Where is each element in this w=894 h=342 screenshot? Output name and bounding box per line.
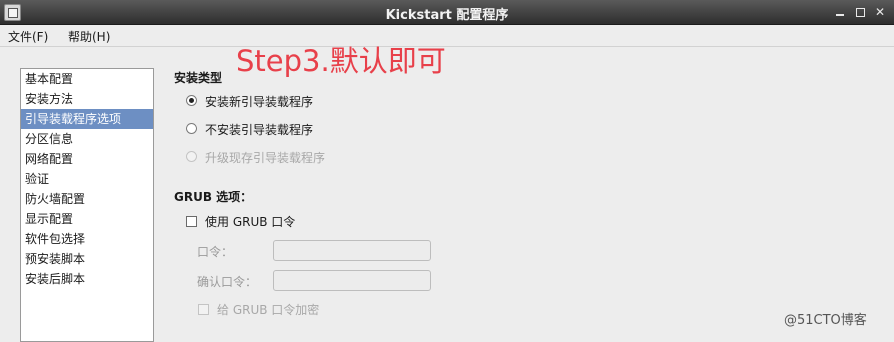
install-type-heading: 安装类型 <box>174 71 223 85</box>
radio-install-new-label[interactable]: 安装新引导装载程序 <box>205 93 313 110</box>
menu-bar: 文件(F) 帮助(H) <box>0 25 894 47</box>
encrypt-password-checkbox <box>198 304 209 315</box>
watermark: @51CTO博客 <box>784 313 867 328</box>
radio-upgrade-label: 升级现存引导装载程序 <box>205 151 326 165</box>
encrypt-password-label: 给 GRUB 口令加密 <box>217 303 320 317</box>
password-label: 口令： <box>197 245 234 259</box>
menu-file[interactable]: 文件(F) <box>8 28 48 45</box>
window-title: Kickstart 配置程序 <box>385 8 509 23</box>
radio-no-install-label[interactable]: 不安装引导装载程序 <box>205 121 313 138</box>
sidebar-item-network[interactable]: 网络配置 <box>21 149 153 169</box>
close-icon[interactable]: ✕ <box>872 4 888 20</box>
title-bar[interactable]: Kickstart 配置程序 ✕ <box>0 0 894 25</box>
sidebar-item-packages[interactable]: 软件包选择 <box>21 229 153 249</box>
step-annotation: Step3.默认即可 <box>236 44 446 78</box>
confirm-password-field[interactable] <box>273 270 431 291</box>
radio-no-install[interactable] <box>186 123 197 134</box>
sidebar-item-install-method[interactable]: 安装方法 <box>21 89 153 109</box>
sidebar-item-basic[interactable]: 基本配置 <box>21 69 153 89</box>
sidebar-nav: 基本配置 安装方法 引导装载程序选项 分区信息 网络配置 验证 防火墙配置 显示… <box>20 68 154 342</box>
radio-upgrade <box>186 151 197 162</box>
radio-install-new[interactable] <box>186 95 197 106</box>
sidebar-item-bootloader[interactable]: 引导装载程序选项 <box>21 109 153 129</box>
grub-heading: GRUB 选项： <box>174 190 253 204</box>
sidebar-item-display[interactable]: 显示配置 <box>21 209 153 229</box>
sidebar-item-partition[interactable]: 分区信息 <box>21 129 153 149</box>
menu-help[interactable]: 帮助(H) <box>68 28 110 45</box>
sidebar-item-post-script[interactable]: 安装后脚本 <box>21 269 153 289</box>
sidebar-item-auth[interactable]: 验证 <box>21 169 153 189</box>
maximize-icon[interactable] <box>852 4 868 20</box>
use-grub-password-checkbox[interactable] <box>186 216 197 227</box>
use-grub-password-label[interactable]: 使用 GRUB 口令 <box>205 213 295 230</box>
minimize-icon[interactable] <box>832 4 848 20</box>
sidebar-item-firewall[interactable]: 防火墙配置 <box>21 189 153 209</box>
sidebar-item-pre-script[interactable]: 预安装脚本 <box>21 249 153 269</box>
password-field[interactable] <box>273 240 431 261</box>
confirm-password-label: 确认口令： <box>197 275 258 289</box>
